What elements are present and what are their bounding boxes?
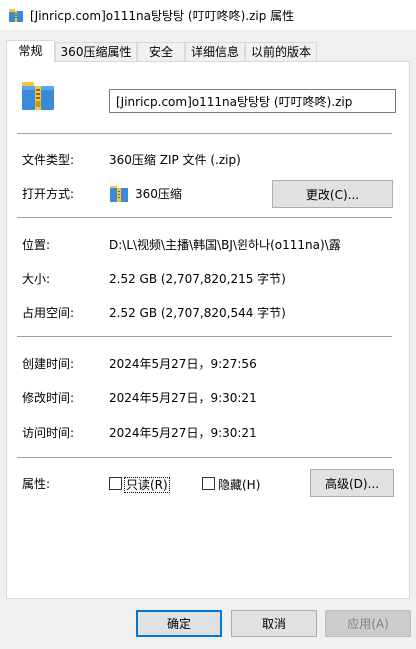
location-label: 位置: xyxy=(22,238,51,252)
size-value: 2.52 GB (2,707,820,215 字节) xyxy=(109,272,286,286)
title-bar: [Jinricp.com]o111na탕탕탕 (叮叮咚咚).zip 属性 xyxy=(0,0,416,30)
general-tab-panel: 文件类型: 360压缩 ZIP 文件 (.zip) 打开方式: 360压缩 更改… xyxy=(6,61,410,599)
separator xyxy=(17,457,392,458)
ok-button[interactable]: 确定 xyxy=(136,610,222,637)
tab-security[interactable]: 安全 xyxy=(137,42,185,61)
tab-general[interactable]: 常规 xyxy=(6,40,55,62)
separator xyxy=(17,336,392,337)
created-label: 创建时间: xyxy=(22,357,75,371)
accessed-value: 2024年5月27日，9:30:21 xyxy=(109,426,257,440)
size-on-disk-label: 占用空间: xyxy=(22,306,75,320)
attributes-label: 属性: xyxy=(22,477,51,491)
zip-archive-icon xyxy=(110,186,128,202)
readonly-checkbox[interactable] xyxy=(109,477,122,490)
modified-label: 修改时间: xyxy=(22,391,75,405)
file-type-value: 360压缩 ZIP 文件 (.zip) xyxy=(109,153,241,167)
location-value: D:\L\视频\主播\韩国\BJ\윈하나(o111na)\露 xyxy=(109,238,341,252)
readonly-label[interactable]: 只读(R) xyxy=(124,476,170,493)
window-title: [Jinricp.com]o111na탕탕탕 (叮叮咚咚).zip 属性 xyxy=(30,9,295,23)
file-type-label: 文件类型: xyxy=(22,153,75,167)
apply-button[interactable]: 应用(A) xyxy=(325,610,411,637)
tab-360-properties[interactable]: 360压缩属性 xyxy=(55,42,137,61)
open-with-value: 360压缩 xyxy=(135,187,182,201)
tab-details[interactable]: 详细信息 xyxy=(185,42,245,61)
modified-value: 2024年5月27日，9:30:21 xyxy=(109,391,257,405)
open-with-label: 打开方式: xyxy=(22,187,75,201)
size-label: 大小: xyxy=(22,272,51,286)
cancel-button[interactable]: 取消 xyxy=(231,610,317,637)
tab-previous-versions[interactable]: 以前的版本 xyxy=(245,42,317,61)
advanced-button[interactable]: 高级(D)... xyxy=(310,469,394,497)
hidden-checkbox[interactable] xyxy=(202,477,215,490)
filename-input[interactable] xyxy=(109,89,396,113)
zip-archive-icon xyxy=(9,9,23,22)
size-on-disk-value: 2.52 GB (2,707,820,544 字节) xyxy=(109,306,286,320)
accessed-label: 访问时间: xyxy=(22,426,75,440)
change-button[interactable]: 更改(C)... xyxy=(272,180,393,208)
zip-archive-icon xyxy=(22,82,54,110)
separator xyxy=(17,217,392,218)
created-value: 2024年5月27日，9:27:56 xyxy=(109,357,257,371)
hidden-label[interactable]: 隐藏(H) xyxy=(218,476,260,493)
readonly-label-text: 只读(R) xyxy=(124,477,170,493)
separator xyxy=(17,133,392,134)
